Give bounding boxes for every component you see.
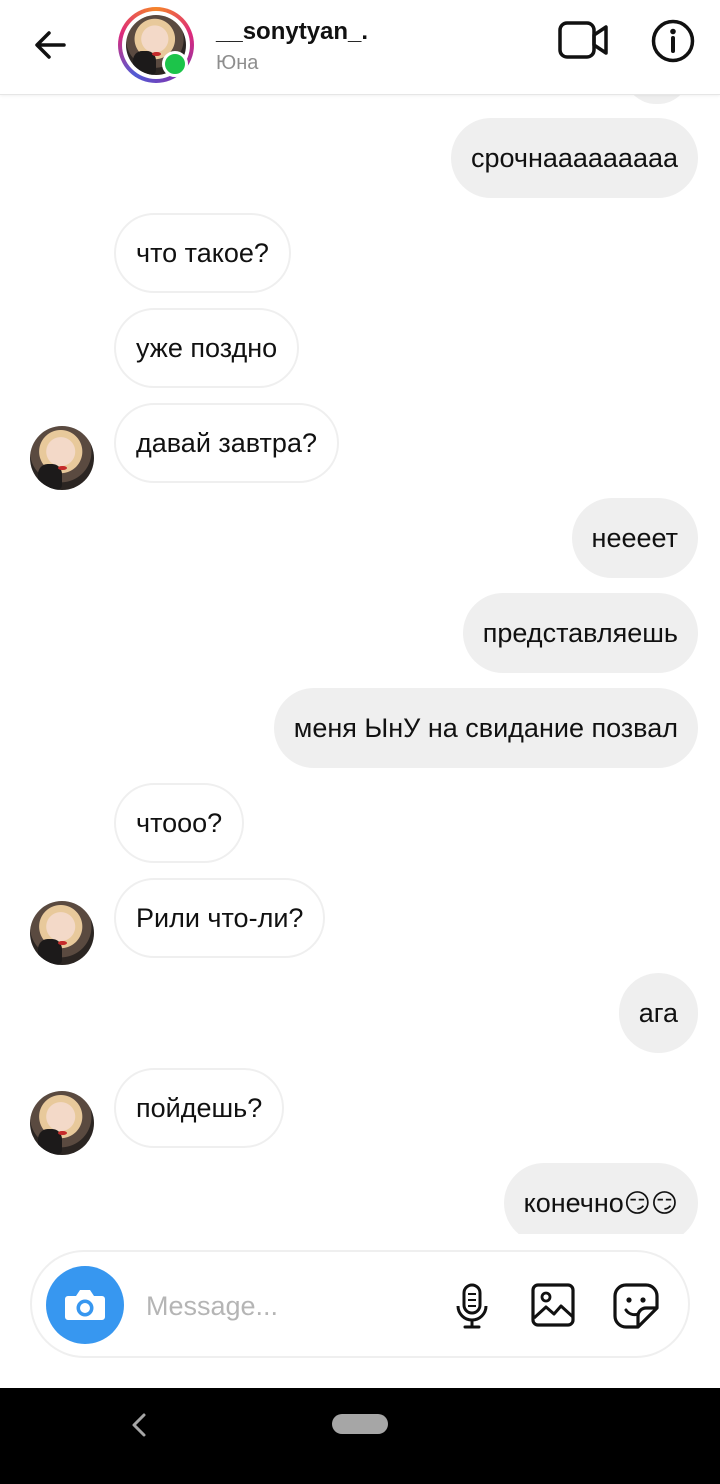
sticker-icon[interactable]	[612, 1282, 660, 1330]
message-bubble-outgoing[interactable]: неееет	[571, 498, 698, 578]
smirk-emoji: 😏😏	[623, 1189, 678, 1219]
info-icon[interactable]	[650, 18, 696, 64]
online-status-dot	[162, 51, 188, 77]
message-bubble-outgoing[interactable]: представляешь	[462, 593, 698, 673]
message-composer	[30, 1250, 690, 1358]
camera-button[interactable]	[46, 1266, 124, 1344]
contact-username[interactable]: __sonytyan_.	[216, 18, 368, 46]
message-bubble-outgoing[interactable]: ага	[618, 973, 698, 1053]
message-bubble-incoming[interactable]: давай завтра?	[114, 403, 339, 483]
system-navigation-bar	[0, 1388, 720, 1484]
nav-home-pill[interactable]	[332, 1414, 388, 1434]
camera-icon	[65, 1290, 105, 1320]
message-bubble-incoming[interactable]: чтооо?	[114, 783, 245, 863]
message-thread[interactable]: срочнааааааааа что такое? уже поздно дав…	[0, 94, 720, 1234]
sender-avatar[interactable]	[30, 901, 94, 965]
back-arrow-icon[interactable]	[28, 22, 74, 68]
chat-header: __sonytyan_. Юна	[0, 0, 720, 95]
contact-name: Юна	[216, 52, 259, 74]
microphone-icon[interactable]	[452, 1282, 492, 1330]
message-input[interactable]	[144, 1282, 428, 1330]
message-bubble-partial	[624, 94, 690, 104]
message-bubble-incoming[interactable]: что такое?	[114, 213, 291, 293]
sender-avatar[interactable]	[30, 426, 94, 490]
message-bubble-incoming[interactable]: уже поздно	[114, 308, 300, 388]
message-bubble-outgoing[interactable]: срочнааааааааа	[450, 118, 698, 198]
message-bubble-incoming[interactable]: пойдешь?	[114, 1068, 285, 1148]
sender-avatar[interactable]	[30, 1091, 94, 1155]
video-call-icon[interactable]	[557, 18, 609, 62]
message-bubble-incoming[interactable]: Рили что-ли?	[114, 878, 326, 958]
message-bubble-outgoing[interactable]: конечно😏😏	[503, 1163, 698, 1234]
nav-back-icon[interactable]	[128, 1412, 150, 1438]
image-gallery-icon[interactable]	[530, 1282, 576, 1328]
message-bubble-outgoing[interactable]: меня ЫнУ на свидание позвал	[273, 688, 698, 768]
message-text: конечно	[523, 1188, 624, 1218]
